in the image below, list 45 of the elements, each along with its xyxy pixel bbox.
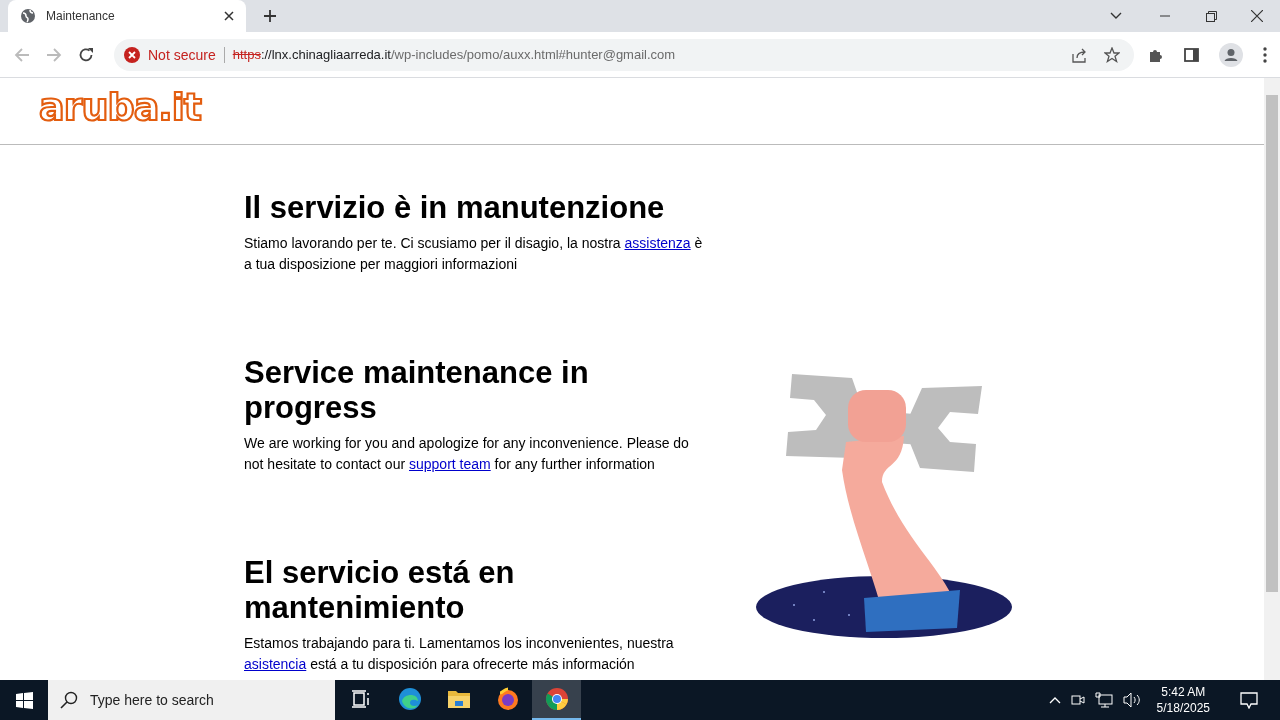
- new-tab-icon[interactable]: [263, 9, 277, 23]
- error-icon: [124, 46, 140, 63]
- taskbar-app[interactable]: [532, 680, 581, 720]
- support-link[interactable]: assistenza: [624, 235, 691, 251]
- reload-icon[interactable]: [78, 46, 94, 63]
- share-icon[interactable]: [1072, 46, 1088, 63]
- address-bar[interactable]: Not secure https://lnx.chinagliaarreda.it/wp-includes/pomo/auxx.html#hunter@gmail.com: [114, 38, 1134, 71]
- section-heading: Service maintenance in progress: [244, 355, 590, 425]
- section-heading: Il servizio è in manutenzione: [244, 190, 666, 225]
- section-text: We are working for you and apologize for any inconvenience. Please do not hesitate to contact our support team for any further information: [244, 434, 690, 474]
- search-field[interactable]: Type here to search: [48, 680, 335, 720]
- browser-tab[interactable]: Maintenance: [8, 0, 246, 32]
- edge-browser-icon: [397, 687, 422, 711]
- logo[interactable]: aruba.it: [39, 85, 201, 129]
- chevron-up-icon[interactable]: [1048, 696, 1061, 704]
- section-text: Estamos trabajando para ti. Lamentamos los inconvenientes, nuestra asistencia está a tu disposición para ofrecerte más información: [244, 634, 675, 674]
- close-icon[interactable]: [224, 11, 234, 21]
- menu-icon[interactable]: [1263, 46, 1267, 63]
- folder-icon: [446, 689, 471, 709]
- volume-icon[interactable]: [1122, 692, 1141, 708]
- task-view-icon: [350, 690, 371, 708]
- scrollbar[interactable]: [1264, 78, 1280, 680]
- notification-icon[interactable]: [1240, 691, 1258, 709]
- chrome-icon: [544, 687, 569, 711]
- network-icon[interactable]: [1094, 692, 1113, 708]
- search-placeholder: Type here to search: [90, 692, 214, 708]
- section-text: Stiamo lavorando per te. Ci scusiamo per il disagio, la nostra assistenza è a tua disposizione per maggiori informazioni: [244, 234, 704, 274]
- security-status[interactable]: Not secure: [148, 46, 225, 63]
- profile-avatar-icon[interactable]: [1219, 42, 1243, 67]
- tab-search-chevron-icon[interactable]: [1110, 12, 1122, 20]
- clock-time[interactable]: 5:42 AM: [1156, 684, 1210, 700]
- restore-icon[interactable]: [1205, 10, 1217, 22]
- close-window-icon[interactable]: [1251, 10, 1263, 22]
- globe-icon: [20, 8, 36, 24]
- bookmark-star-icon[interactable]: [1104, 46, 1120, 63]
- search-icon: [60, 691, 78, 709]
- start-windows-icon[interactable]: [15, 691, 33, 709]
- support-link[interactable]: support team: [409, 456, 491, 472]
- section-heading: El servicio está en mantenimiento: [244, 555, 516, 625]
- camera-icon[interactable]: [1070, 692, 1085, 708]
- support-link[interactable]: asistencia: [244, 656, 307, 672]
- url-text: https://lnx.chinagliaarreda.it/wp-includes/pomo/auxx.html#hunter@gmail.com: [232, 47, 677, 62]
- firefox-icon: [495, 687, 520, 711]
- clock-date[interactable]: 5/18/2025: [1156, 700, 1210, 716]
- side-panel-icon[interactable]: [1184, 47, 1199, 62]
